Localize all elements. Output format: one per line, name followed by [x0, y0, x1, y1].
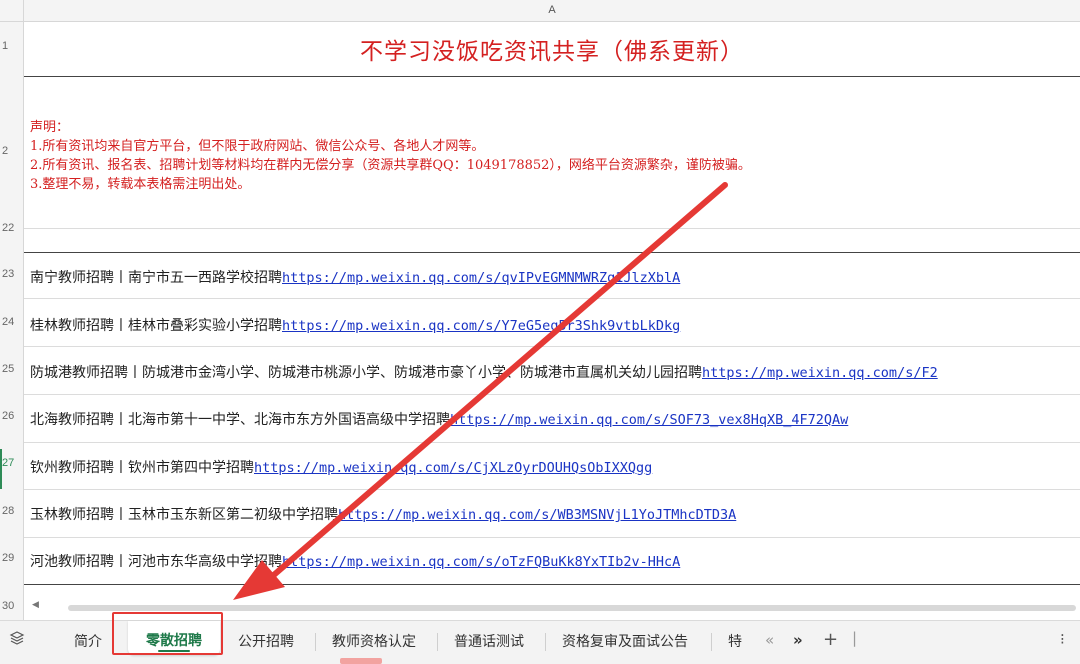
tab-truncated[interactable]: 特 — [728, 631, 742, 651]
tab-review-interview-notice[interactable]: 资格复审及面试公告 — [562, 631, 688, 651]
row-divider — [24, 537, 1080, 538]
job-row-link[interactable]: https://mp.weixin.qq.com/s/F2 — [702, 365, 938, 381]
row-header-23[interactable]: 23 — [0, 268, 24, 280]
sheet-list-icon[interactable] — [9, 630, 25, 650]
add-sheet-icon[interactable]: + — [823, 629, 838, 650]
job-row-cell[interactable]: 桂林教师招聘丨桂林市叠彩实验小学招聘https://mp.weixin.qq.c… — [30, 315, 680, 335]
job-row-text: 北海教师招聘丨北海市第十一中学、北海市东方外国语高级中学招聘 — [30, 412, 450, 428]
job-row-cell[interactable]: 南宁教师招聘丨南宁市五一西路学校招聘https://mp.weixin.qq.c… — [30, 267, 680, 287]
declaration-line: 1.所有资讯均来自官方平台，但不限于政府网站、微信公众号、各地人才网等。 — [30, 139, 485, 154]
declaration-line: 2.所有资讯、报名表、招聘计划等材料均在群内无偿分享（资源共享群QQ：10491… — [30, 158, 751, 173]
row-divider — [24, 346, 1080, 347]
row-header-22[interactable]: 22 — [0, 222, 24, 234]
job-row-link[interactable]: https://mp.weixin.qq.com/s/qvIPvEGMNMWRZ… — [282, 270, 680, 286]
tab-divider — [711, 633, 712, 651]
job-row-text: 钦州教师招聘丨钦州市第四中学招聘 — [30, 460, 254, 476]
row-header-1[interactable]: 1 — [0, 40, 24, 52]
row-divider — [24, 489, 1080, 490]
scrollbar-thumb[interactable] — [68, 605, 1076, 611]
tab-divider — [437, 633, 438, 651]
declaration-cell[interactable]: 声明： 1.所有资讯均来自官方平台，但不限于政府网站、微信公众号、各地人才网等。… — [30, 118, 751, 194]
row-divider — [24, 228, 1080, 229]
tab-teacher-qualification[interactable]: 教师资格认定 — [332, 631, 416, 651]
taskbar-strip — [340, 658, 382, 664]
row-divider — [24, 394, 1080, 395]
job-row-link[interactable]: https://mp.weixin.qq.com/s/CjXLzOyrDOUHQ… — [254, 460, 652, 476]
job-row-text: 南宁教师招聘丨南宁市五一西路学校招聘 — [30, 270, 282, 286]
row-divider — [24, 584, 1080, 585]
row-divider — [24, 252, 1080, 253]
tab-mandarin-test[interactable]: 普通话测试 — [454, 631, 524, 651]
job-row-cell[interactable]: 玉林教师招聘丨玉林市玉东新区第二初级中学招聘https://mp.weixin.… — [30, 504, 736, 524]
tab-divider — [545, 633, 546, 651]
row-divider — [24, 76, 1080, 77]
row-header-26[interactable]: 26 — [0, 410, 24, 422]
scroll-left-icon[interactable]: ◀ — [32, 600, 39, 610]
job-row-text: 桂林教师招聘丨桂林市叠彩实验小学招聘 — [30, 318, 282, 334]
job-row-cell[interactable]: 防城港教师招聘丨防城港市金湾小学、防城港市桃源小学、防城港市豪丫小学、防城港市直… — [30, 362, 938, 382]
declaration-heading: 声明： — [30, 120, 70, 135]
first-tab-icon[interactable]: « — [765, 631, 774, 649]
column-header-bar: A — [0, 0, 1080, 22]
row-header-27[interactable]: 27 — [0, 449, 24, 489]
tab-resize-handle-icon[interactable]: | — [852, 629, 857, 647]
job-row-cell[interactable]: 河池教师招聘丨河池市东华高级中学招聘https://mp.weixin.qq.c… — [30, 551, 680, 571]
job-row-link[interactable]: https://mp.weixin.qq.com/s/WB3MSNVjL1YoJ… — [338, 507, 736, 523]
row-header-2[interactable]: 2 — [0, 145, 24, 157]
job-row-cell[interactable]: 北海教师招聘丨北海市第十一中学、北海市东方外国语高级中学招聘https://mp… — [30, 409, 848, 429]
row-divider — [24, 298, 1080, 299]
row-header-25[interactable]: 25 — [0, 363, 24, 375]
job-row-link[interactable]: https://mp.weixin.qq.com/s/SOF73_vex8HqX… — [450, 412, 848, 428]
job-row-link[interactable]: https://mp.weixin.qq.com/s/oTzFQBuKk8YxT… — [282, 554, 680, 570]
row-header-28[interactable]: 28 — [0, 505, 24, 517]
row-header-24[interactable]: 24 — [0, 316, 24, 328]
sheet-title-cell[interactable]: 不学习没饭吃资讯共享（佛系更新） — [24, 32, 1080, 66]
job-row-text: 防城港教师招聘丨防城港市金湾小学、防城港市桃源小学、防城港市豪丫小学、防城港市直… — [30, 365, 702, 381]
row-header-30[interactable]: 30 — [0, 600, 24, 612]
job-row-text: 河池教师招聘丨河池市东华高级中学招聘 — [30, 554, 282, 570]
last-tab-icon[interactable]: » — [793, 631, 803, 649]
job-row-link[interactable]: https://mp.weixin.qq.com/s/Y7eG5eq5r3Shk… — [282, 318, 680, 334]
row-divider — [24, 442, 1080, 443]
job-row-cell[interactable]: 钦州教师招聘丨钦州市第四中学招聘https://mp.weixin.qq.com… — [30, 457, 652, 477]
column-header-a[interactable]: A — [24, 4, 1080, 16]
tab-intro[interactable]: 简介 — [74, 631, 102, 651]
tab-divider — [315, 633, 316, 651]
annotation-highlight-box — [112, 612, 223, 655]
row-header-29[interactable]: 29 — [0, 552, 24, 564]
tab-public-recruitment[interactable]: 公开招聘 — [238, 631, 294, 651]
job-row-text: 玉林教师招聘丨玉林市玉东新区第二初级中学招聘 — [30, 507, 338, 523]
declaration-line: 3.整理不易，转载本表格需注明出处。 — [30, 177, 251, 192]
more-options-icon[interactable]: ⁝ — [1060, 630, 1065, 648]
select-all-corner[interactable] — [0, 0, 24, 22]
